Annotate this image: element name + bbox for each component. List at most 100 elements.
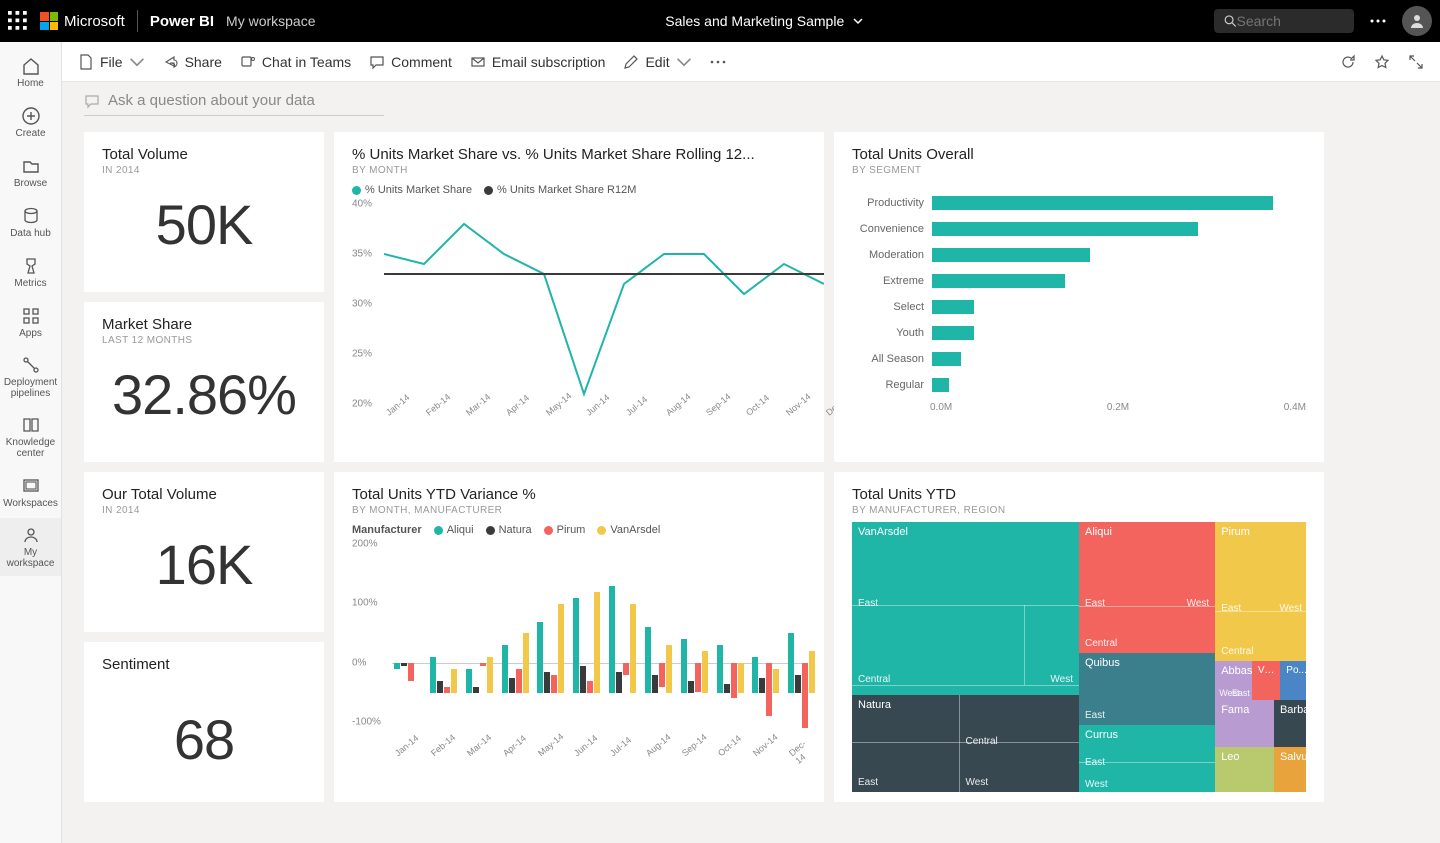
cmd-file[interactable]: File [78,54,145,70]
line-chart: 20%25%30%35%40%Jan-14Feb-14Mar-14Apr-14M… [352,204,806,434]
nav-apps[interactable]: Apps [0,298,61,346]
brand-microsoft: Microsoft [64,13,125,30]
treemap-quibus[interactable]: Quibus East [1079,653,1215,725]
kpi-value: 32.86% [102,362,306,427]
microsoft-logo-icon [40,12,58,30]
nav-datahub[interactable]: Data hub [0,198,61,246]
treemap-pirum[interactable]: Pirum East West Central [1215,522,1306,661]
treemap-barba[interactable]: Barba [1274,700,1306,747]
treemap-aliqui[interactable]: Aliqui East West Central [1079,522,1215,653]
teams-icon [240,54,256,70]
tile-title: Our Total Volume [102,486,306,503]
tile-title: % Units Market Share vs. % Units Market … [352,146,806,163]
cmd-chat-teams[interactable]: Chat in Teams [240,54,351,70]
grouped-bar-chart: -100%0%100%200%Jan-14Feb-14Mar-14Apr-14M… [352,544,806,764]
tile-title: Total Units YTD [852,486,1306,503]
share-icon [163,54,179,70]
treemap-vanarsdel[interactable]: VanArsdel East Central West [852,522,1079,695]
kpi-value: 16K [102,532,306,597]
chart-legend: % Units Market Share % Units Market Shar… [352,184,806,196]
pencil-icon [623,54,639,70]
kpi-value: 50K [102,192,306,257]
tile-title: Sentiment [102,656,306,673]
tile-sentiment[interactable]: Sentiment 68 [84,642,324,802]
search-box[interactable] [1214,9,1354,33]
treemap-natura[interactable]: Natura East Central West [852,695,1079,792]
nav-workspaces[interactable]: Workspaces [0,468,61,516]
file-icon [78,54,94,70]
brand-product[interactable]: Power BI [150,13,214,30]
nav-browse[interactable]: Browse [0,148,61,196]
tile-title: Total Units YTD Variance % [352,486,806,503]
tile-units-by-segment[interactable]: Total Units Overall BY SEGMENT Productiv… [834,132,1324,462]
nav-create[interactable]: Create [0,98,61,146]
nav-my-workspace[interactable]: My workspace [0,518,61,576]
tile-subtitle: IN 2014 [102,165,306,176]
qna-input[interactable]: Ask a question about your data [84,92,384,116]
kpi-value: 68 [102,707,306,772]
tile-title: Total Units Overall [852,146,1306,163]
search-input[interactable] [1237,13,1344,29]
treemap-chart: VanArsdel East Central West Natura [852,522,1306,792]
ellipsis-icon [710,54,726,70]
person-icon [1409,13,1425,29]
treemap-victoria[interactable]: Vict... [1252,661,1280,700]
tile-subtitle: BY MONTH [352,165,806,176]
qna-placeholder: Ask a question about your data [108,92,315,109]
tile-market-share-line[interactable]: % Units Market Share vs. % Units Market … [334,132,824,462]
tile-ytd-treemap[interactable]: Total Units YTD BY MANUFACTURER, REGION … [834,472,1324,802]
cmd-edit[interactable]: Edit [623,54,691,70]
cmd-refresh[interactable] [1340,54,1356,70]
cmd-email-subscription[interactable]: Email subscription [470,54,606,70]
treemap-leo[interactable]: Leo [1215,747,1274,792]
treemap-abbas[interactable]: AbbasWestEast [1215,661,1252,700]
nav-knowledge-center[interactable]: Knowledge center [0,408,61,466]
nav-metrics[interactable]: Metrics [0,248,61,296]
tile-title: Market Share [102,316,306,333]
global-header: Microsoft Power BI My workspace Sales an… [0,0,1440,42]
tile-title: Total Volume [102,146,306,163]
nav-home[interactable]: Home [0,48,61,96]
cmd-fullscreen[interactable] [1408,54,1424,70]
mail-icon [470,54,486,70]
avatar[interactable] [1402,6,1432,36]
cmd-more[interactable] [710,54,726,70]
star-icon [1374,54,1390,70]
more-options-icon[interactable] [1364,7,1392,35]
tile-subtitle: BY MONTH, MANUFACTURER [352,505,806,516]
treemap-currus[interactable]: Currus East West [1079,725,1215,792]
chevron-down-icon [129,54,145,70]
tile-market-share[interactable]: Market Share LAST 12 MONTHS 32.86% [84,302,324,462]
qna-region: Ask a question about your data [62,82,1440,120]
cmd-favorite[interactable] [1374,54,1390,70]
treemap-pomum[interactable]: Po... [1280,661,1306,700]
refresh-icon [1340,54,1356,70]
left-nav: Home Create Browse Data hub Metrics Apps… [0,42,62,843]
tile-ytd-variance[interactable]: Total Units YTD Variance % BY MONTH, MAN… [334,472,824,802]
command-bar: File Share Chat in Teams Comment Email s… [62,42,1440,82]
chevron-down-icon [676,54,692,70]
expand-icon [1408,54,1424,70]
cmd-share[interactable]: Share [163,54,222,70]
tile-subtitle: LAST 12 MONTHS [102,335,306,346]
treemap-salvus[interactable]: Salvus [1274,747,1306,792]
chart-legend: Manufacturer Aliqui Natura Pirum VanArsd… [352,524,806,536]
tile-our-total-volume[interactable]: Our Total Volume IN 2014 16K [84,472,324,632]
hbar-chart: ProductivityConvenienceModerationExtreme… [852,190,1306,398]
comment-icon [369,54,385,70]
breadcrumb-workspace[interactable]: My workspace [226,13,315,29]
dashboard-title: Sales and Marketing Sample [665,13,844,29]
chevron-down-icon [852,15,864,27]
tile-total-volume[interactable]: Total Volume IN 2014 50K [84,132,324,292]
tile-subtitle: BY MANUFACTURER, REGION [852,505,1306,516]
treemap-fama[interactable]: Fama [1215,700,1274,747]
dashboard-title-dropdown[interactable]: Sales and Marketing Sample [328,13,1203,29]
search-icon [1224,14,1237,28]
x-axis-ticks: 0.0M 0.2M 0.4M [852,402,1306,413]
chat-icon [84,93,100,109]
app-launcher-icon[interactable] [8,11,28,31]
nav-deployment-pipelines[interactable]: Deployment pipelines [0,348,61,406]
cmd-comment[interactable]: Comment [369,54,452,70]
brand-block: Microsoft Power BI My workspace [40,10,316,32]
tile-subtitle: BY SEGMENT [852,165,1306,176]
